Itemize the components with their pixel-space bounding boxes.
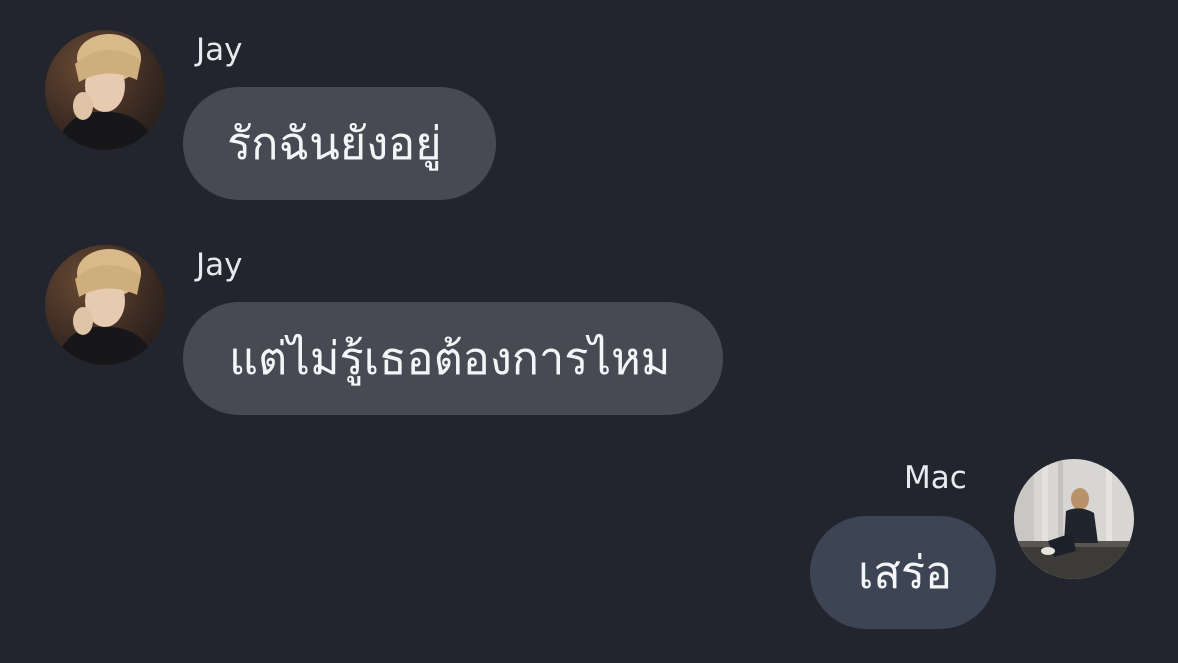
chat-thread: Jay รักฉันยังอยู่ Jay แต่ไม่รู้เธอต้องกา… [0,0,1178,663]
jay-avatar-image [45,30,165,150]
jay-avatar[interactable] [45,245,165,365]
jay-avatar-image [45,245,165,365]
mac-avatar-image [1014,459,1134,579]
sender-name: Jay [196,247,243,283]
message-text: รักฉันยังอยู่ [227,117,442,170]
message-bubble[interactable]: รักฉันยังอยู่ [183,87,496,200]
jay-avatar[interactable] [45,30,165,150]
message-bubble[interactable]: เสร่อ [810,516,996,629]
sender-name: Jay [196,32,243,68]
message-text: เสร่อ [858,546,953,599]
sender-name: Mac [904,460,967,496]
message-bubble[interactable]: แต่ไม่รู้เธอต้องการไหม [183,302,723,415]
mac-avatar[interactable] [1014,459,1134,579]
message-text: แต่ไม่รู้เธอต้องการไหม [229,332,671,385]
